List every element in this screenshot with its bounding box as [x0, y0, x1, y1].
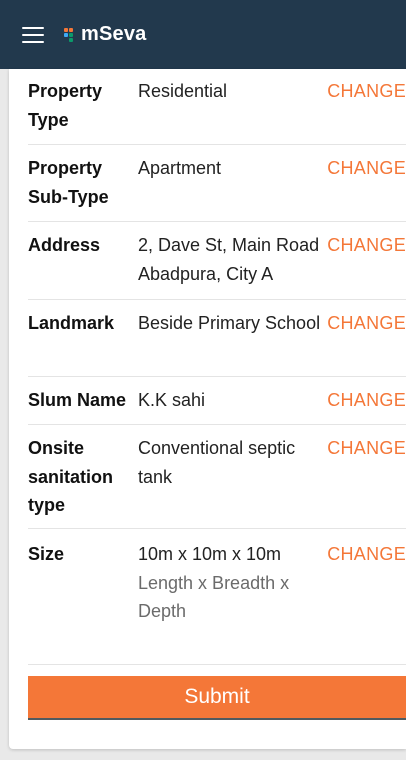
mseva-logo: mSeva [64, 23, 147, 46]
change-slum-name-button[interactable]: CHANGE [327, 386, 406, 415]
detail-value: Apartment [138, 158, 222, 178]
divider [28, 664, 406, 665]
detail-label: Slum Name [28, 390, 127, 410]
detail-label: Onsite sanitation type [28, 438, 114, 515]
change-property-type-button[interactable]: CHANGE [327, 77, 406, 106]
submit-button[interactable]: Submit [28, 676, 406, 720]
logo-mark-icon [64, 25, 78, 45]
detail-value: K.K sahi [138, 390, 206, 410]
change-address-button[interactable]: CHANGE [327, 231, 406, 260]
change-sanitation-type-button[interactable]: CHANGE [327, 434, 406, 463]
detail-value: 2, Dave St, Main Road Abadpura, City A [138, 235, 320, 284]
detail-row-slum-name: Slum Name K.K sahi CHANGE [28, 386, 406, 425]
detail-label: Property Sub-Type [28, 158, 109, 207]
detail-row-property-sub-type: Property Sub-Type Apartment CHANGE [28, 154, 406, 222]
detail-row-onsite-sanitation-type: Onsite sanitation type Conventional sept… [28, 434, 406, 529]
change-property-sub-type-button[interactable]: CHANGE [327, 154, 406, 183]
detail-row-size: Size 10m x 10m x 10m Length x Breadth x … [28, 540, 406, 664]
change-size-button[interactable]: CHANGE [327, 540, 406, 569]
detail-value: 10m x 10m x 10m Length x Breadth x Depth [138, 540, 326, 626]
size-value: 10m x 10m x 10m [138, 544, 282, 564]
detail-row-property-type: Property Type Residential CHANGE [28, 77, 406, 145]
detail-row-address: Address 2, Dave St, Main Road Abadpura, … [28, 231, 406, 300]
application-summary-card: Property Type Residential CHANGE Propert… [9, 69, 406, 749]
change-landmark-button[interactable]: CHANGE [327, 309, 406, 338]
app-header: mSeva [0, 0, 406, 69]
detail-value: Beside Primary School [138, 313, 321, 333]
hamburger-menu-icon[interactable] [22, 27, 44, 43]
detail-row-landmark: Landmark Beside Primary School CHANGE [28, 309, 406, 377]
detail-label: Landmark [28, 313, 115, 333]
size-dimensions-hint: Length x Breadth x Depth [138, 572, 290, 622]
detail-label: Size [28, 544, 65, 564]
detail-value: Residential [138, 81, 228, 101]
detail-value: Conventional septic tank [138, 438, 296, 487]
detail-label: Address [28, 235, 101, 255]
logo-text: mSeva [81, 23, 147, 45]
detail-label: Property Type [28, 81, 103, 130]
